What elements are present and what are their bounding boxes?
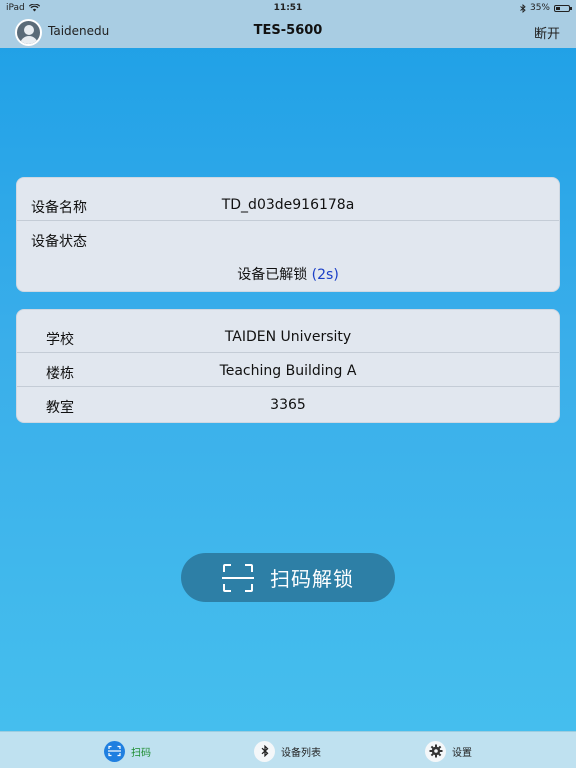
nav-bar: Taidenedu TES-5600 断开 bbox=[0, 16, 576, 48]
tab-settings[interactable]: 设置 bbox=[425, 739, 472, 763]
bluetooth-icon bbox=[254, 740, 275, 762]
device-status-label: 设备状态 bbox=[31, 234, 87, 250]
tab-scan-label: 扫码 bbox=[131, 747, 151, 759]
unlock-countdown: (2s) bbox=[311, 267, 339, 283]
status-bar: iPad 11:51 35% bbox=[0, 0, 576, 16]
avatar[interactable] bbox=[15, 19, 42, 46]
device-status-line: 设备已解锁 (2s) bbox=[17, 264, 559, 284]
tab-device-list[interactable]: 设备列表 bbox=[254, 739, 321, 763]
gear-icon bbox=[425, 740, 446, 762]
tab-bar: 扫码 设备列表 设置 bbox=[0, 731, 576, 768]
tab-settings-label: 设置 bbox=[452, 747, 472, 759]
location-info-card: 学校 TAIDEN University 楼栋 Teaching Buildin… bbox=[16, 309, 560, 423]
disconnect-button[interactable]: 断开 bbox=[534, 23, 560, 42]
device-info-card: 设备名称 TD_d03de916178a 设备状态 设备已解锁 (2s) bbox=[16, 177, 560, 292]
username[interactable]: Taidenedu bbox=[48, 24, 109, 38]
device-label: iPad bbox=[6, 3, 25, 13]
battery-percent: 35% bbox=[529, 3, 550, 13]
device-status-text: 设备已解锁 bbox=[237, 267, 308, 283]
scan-unlock-button[interactable]: 扫码解锁 bbox=[181, 553, 395, 602]
status-right: 35% bbox=[520, 3, 572, 13]
tab-scan[interactable]: 扫码 bbox=[104, 739, 151, 763]
classroom-value: 3365 bbox=[270, 397, 306, 413]
building-row: 楼栋 Teaching Building A bbox=[17, 354, 559, 387]
school-row: 学校 TAIDEN University bbox=[17, 320, 559, 353]
battery-icon bbox=[554, 4, 572, 12]
building-value: Teaching Building A bbox=[219, 363, 357, 379]
wifi-icon bbox=[28, 4, 40, 12]
battery-fill bbox=[556, 6, 561, 10]
device-name-row: 设备名称 TD_d03de916178a bbox=[17, 188, 559, 221]
school-value: TAIDEN University bbox=[224, 329, 352, 345]
avatar-head bbox=[24, 25, 34, 35]
device-status-row: 设备状态 bbox=[17, 222, 559, 255]
scan-icon bbox=[222, 563, 254, 592]
avatar-body bbox=[20, 36, 38, 44]
device-name-value: TD_d03de916178a bbox=[221, 197, 355, 213]
classroom-row: 教室 3365 bbox=[17, 388, 559, 421]
bluetooth-icon bbox=[520, 3, 526, 13]
status-time: 11:51 bbox=[273, 3, 303, 13]
scan-icon bbox=[104, 740, 125, 762]
scan-unlock-label: 扫码解锁 bbox=[270, 567, 354, 591]
tab-device-list-label: 设备列表 bbox=[281, 747, 321, 759]
status-left: iPad bbox=[6, 3, 40, 13]
